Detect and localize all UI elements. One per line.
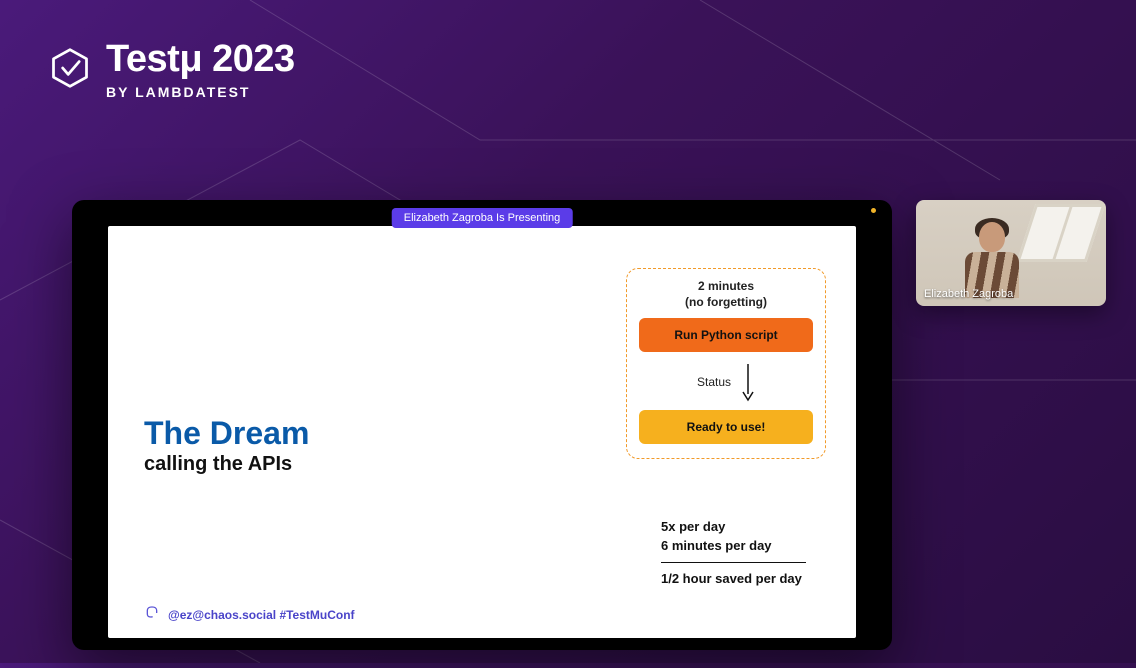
event-header: Testμ 2023 BY LAMBDATEST bbox=[48, 40, 295, 100]
diagram-timing-line1: 2 minutes bbox=[698, 279, 754, 293]
event-title: Testμ 2023 bbox=[106, 40, 295, 78]
mastodon-icon bbox=[144, 605, 160, 624]
diagram-arrow-label: Status bbox=[697, 375, 731, 389]
presentation-window[interactable]: Elizabeth Zagroba Is Presenting The Drea… bbox=[72, 200, 892, 650]
event-byline: BY LAMBDATEST bbox=[106, 84, 295, 100]
presenting-badge: Elizabeth Zagroba Is Presenting bbox=[392, 208, 573, 228]
slide-footer-handle: @ez@chaos.social #TestMuConf bbox=[168, 608, 355, 622]
slide-title: The Dream bbox=[144, 416, 309, 451]
stats-block: 5x per day 6 minutes per day 1/2 hour sa… bbox=[661, 517, 806, 589]
stats-result: 1/2 hour saved per day bbox=[661, 569, 806, 589]
arrow-down-icon bbox=[741, 362, 755, 402]
process-diagram: 2 minutes (no forgetting) Run Python scr… bbox=[626, 268, 826, 459]
slide-subtitle: calling the APIs bbox=[144, 453, 309, 476]
room-background bbox=[1017, 204, 1106, 262]
diagram-step-ready: Ready to use! bbox=[639, 410, 813, 444]
window-indicator-dot bbox=[871, 208, 876, 213]
diagram-step-run-script: Run Python script bbox=[639, 318, 813, 352]
speaker-name-label: Elizabeth Zagroba bbox=[924, 288, 1013, 300]
stats-line1: 5x per day bbox=[661, 517, 806, 537]
speaker-video[interactable]: Elizabeth Zagroba bbox=[916, 200, 1106, 306]
lambdatest-logo-icon bbox=[48, 46, 92, 95]
slide-footer: @ez@chaos.social #TestMuConf bbox=[144, 605, 355, 624]
stats-divider bbox=[661, 562, 806, 563]
slide: The Dream calling the APIs 2 minutes (no… bbox=[108, 226, 856, 638]
stats-line2: 6 minutes per day bbox=[661, 536, 806, 556]
diagram-timing-line2: (no forgetting) bbox=[685, 295, 767, 309]
